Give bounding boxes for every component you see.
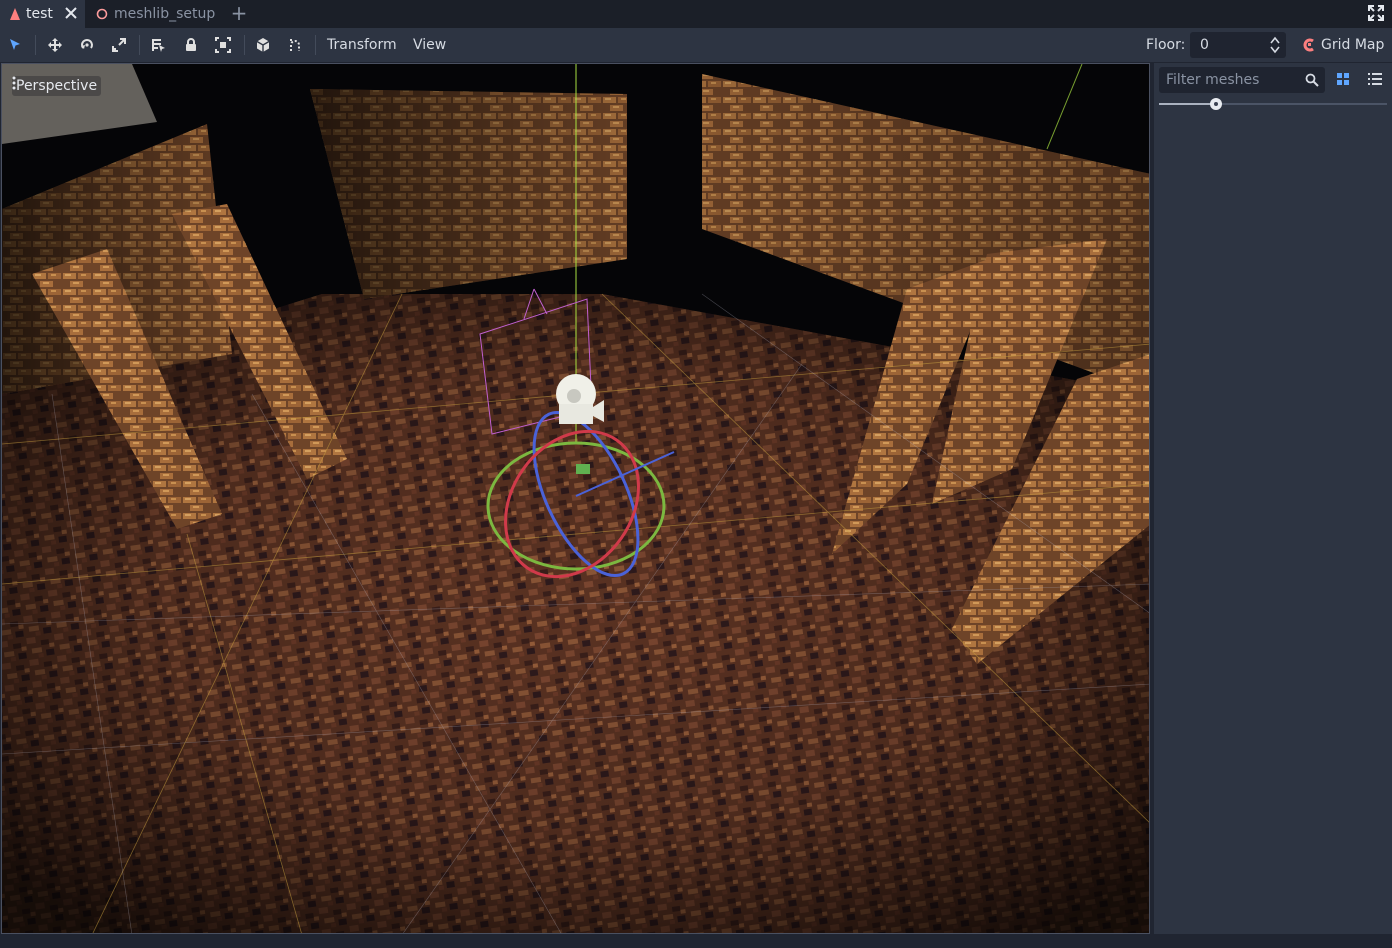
fullscreen-icon[interactable] <box>1368 5 1384 21</box>
floor-label: Floor: <box>1146 37 1186 53</box>
bottom-strip <box>0 934 1392 948</box>
snap-icon <box>290 39 300 51</box>
snap-button[interactable] <box>286 36 304 54</box>
3d-viewport[interactable]: Perspective <box>1 63 1150 934</box>
zoom-slider-handle[interactable] <box>1210 98 1222 110</box>
gridmap-label: Grid Map <box>1321 37 1385 53</box>
tab-test[interactable]: test <box>0 0 85 28</box>
floor-value: 0 <box>1200 37 1209 53</box>
rotate-tool-icon <box>81 39 93 49</box>
scene-render <box>2 64 1149 933</box>
editor-toolbar: Transform View Floor: 0 Grid Map <box>0 28 1392 62</box>
view-menu[interactable]: View <box>413 36 446 54</box>
select-tool-icon <box>10 39 20 50</box>
meshlib-panel: Filter meshes <box>1154 63 1392 934</box>
drag-handle-icon <box>12 76 16 90</box>
local-space-icon <box>256 38 270 52</box>
zoom-fill <box>1159 103 1216 105</box>
transform-menu[interactable]: Transform <box>327 36 397 54</box>
perspective-menu[interactable]: Perspective <box>12 76 102 96</box>
scene-tab-bar: test meshlib_setup + <box>0 0 1392 28</box>
tab-label: test <box>26 6 53 22</box>
floor-spinbox[interactable]: 0 <box>1190 32 1286 58</box>
lock-icon <box>186 38 196 51</box>
local-space-button[interactable] <box>254 36 272 54</box>
tab-meshlib-setup[interactable]: meshlib_setup <box>86 0 228 28</box>
mesh-zoom-slider[interactable] <box>1159 98 1387 110</box>
filter-placeholder: Filter meshes <box>1166 72 1260 88</box>
close-icon[interactable] <box>63 5 79 21</box>
scale-tool-button[interactable] <box>110 36 128 54</box>
list-view-icon[interactable] <box>1367 71 1383 87</box>
search-icon <box>1305 73 1319 87</box>
gridmap-icon <box>1303 38 1314 52</box>
lock-button[interactable] <box>182 36 200 54</box>
spin-arrows-icon[interactable] <box>1270 36 1280 54</box>
tab-label: meshlib_setup <box>114 6 216 22</box>
scene-3d-icon <box>10 8 20 20</box>
perspective-label: Perspective <box>16 78 98 94</box>
group-icon <box>215 37 231 53</box>
move-tool-icon <box>48 38 62 52</box>
gridmap-button[interactable]: Grid Map <box>1302 36 1384 54</box>
list-select-button[interactable] <box>149 36 167 54</box>
rotate-tool-button[interactable] <box>78 36 96 54</box>
group-button[interactable] <box>214 36 232 54</box>
scale-tool-icon <box>112 38 126 52</box>
add-tab-button[interactable]: + <box>229 2 249 24</box>
grid-view-icon[interactable] <box>1335 71 1351 87</box>
list-select-icon <box>152 39 165 52</box>
filter-meshes-input[interactable]: Filter meshes <box>1159 67 1325 93</box>
select-tool-button[interactable] <box>6 36 24 54</box>
scene-circle-icon <box>96 8 108 20</box>
move-tool-button[interactable] <box>46 36 64 54</box>
